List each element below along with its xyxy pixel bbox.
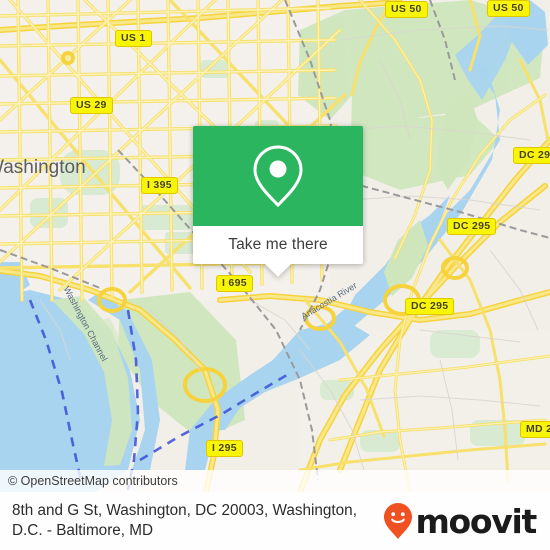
location-callout[interactable]: Take me there — [193, 126, 363, 277]
callout-pointer — [265, 264, 291, 277]
highway-shield: DC 295 — [447, 218, 497, 235]
moovit-smiley-pin-icon — [384, 503, 413, 539]
map-pin-icon — [253, 145, 303, 208]
moovit-map-screenshot: Washington Washington Channel Anacostia … — [0, 0, 550, 550]
address-title: 8th and G St, Washington, DC 20003, Wash… — [12, 502, 357, 539]
highway-shield: DC 295 — [405, 298, 455, 315]
moovit-wordmark: moovit — [415, 501, 537, 541]
highway-shield: US 1 — [115, 30, 152, 47]
highway-shield: I 695 — [216, 275, 253, 292]
highway-shield: I 395 — [141, 177, 178, 194]
callout-marker-panel — [193, 126, 363, 226]
map-label-washington: Washington — [0, 157, 86, 178]
openstreetmap-attribution[interactable]: © OpenStreetMap contributors — [0, 474, 178, 488]
take-me-there-button[interactable]: Take me there — [193, 226, 363, 277]
highway-shield: US 50 — [385, 1, 428, 18]
take-me-there-label: Take me there — [228, 236, 328, 253]
highway-shield: US 50 — [487, 0, 530, 17]
highway-shield: MD 21 — [520, 421, 550, 438]
map-attribution-bar: © OpenStreetMap contributors — [0, 470, 550, 492]
footer-bar: 8th and G St, Washington, DC 20003, Wash… — [0, 492, 550, 550]
map-canvas[interactable]: Washington Washington Channel Anacostia … — [0, 0, 550, 492]
moovit-logo[interactable]: moovit — [377, 501, 537, 541]
highway-shield: DC 295 — [513, 147, 550, 164]
highway-shield: US 29 — [70, 97, 113, 114]
highway-shield: I 295 — [206, 440, 243, 457]
